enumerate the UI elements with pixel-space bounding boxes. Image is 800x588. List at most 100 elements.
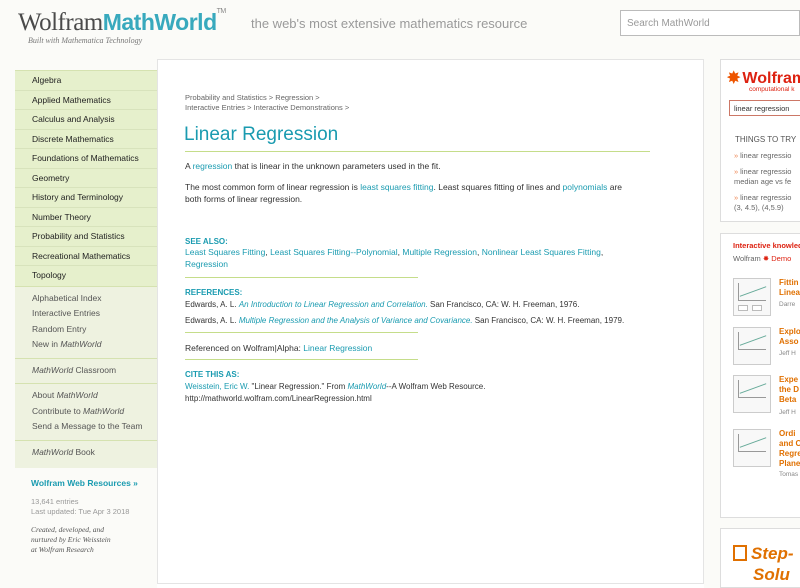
- try-item-label: linear regressio: [740, 151, 792, 160]
- demo-title: Expe the D Beta: [779, 375, 799, 405]
- sidebar-item-about[interactable]: About MathWorld: [15, 388, 157, 404]
- least-squares-fitting-link[interactable]: least squares fitting: [360, 182, 433, 192]
- sidebar-item-book[interactable]: MathWorld Book: [15, 445, 157, 461]
- breadcrumb-separator: >: [266, 93, 276, 102]
- demo-thumbnail: [733, 327, 771, 365]
- sidebar-item-discrete-mathematics[interactable]: Discrete Mathematics: [15, 130, 157, 149]
- sidebar-item-history[interactable]: History and Terminology: [15, 188, 157, 208]
- sidebar-item-classroom[interactable]: MathWorld Classroom: [15, 363, 157, 379]
- divider: [185, 359, 418, 360]
- ref2-author: Edwards, A. L.: [185, 316, 239, 325]
- search-input[interactable]: [620, 10, 800, 36]
- credits: Created, developed, and nurtured by Eric…: [31, 525, 141, 555]
- step-line-2: Solu: [753, 565, 790, 584]
- credits-line-3: at Wolfram Research: [31, 545, 94, 554]
- demo-title-line: Plane: [779, 459, 800, 468]
- see-also-least-squares-fitting[interactable]: Least Squares Fitting: [185, 247, 265, 257]
- try-item[interactable]: » linear regressio median age vs fe: [734, 167, 791, 187]
- demo-item[interactable]: Ordi and O Regre Plane Tomas: [733, 429, 800, 489]
- breadcrumb-interactive-entries[interactable]: Interactive Entries: [185, 103, 245, 112]
- credits-line-1: Created, developed, and: [31, 525, 105, 534]
- wolfram-alpha-input[interactable]: linear regression: [729, 100, 800, 116]
- citation: Weisstein, Eric W. "Linear Regression." …: [185, 381, 485, 393]
- p2-text-c: are: [607, 182, 623, 192]
- contribute-mathworld-label: MathWorld: [83, 405, 125, 416]
- demo-title-line: Expe: [779, 375, 799, 384]
- try-item[interactable]: » linear regressio (3, 4.5), (4,5.9): [734, 193, 791, 213]
- demo-author: Tomas: [779, 471, 799, 478]
- demo-title-line: Linea: [779, 288, 800, 297]
- see-also-regression[interactable]: Regression: [185, 259, 228, 269]
- sidebar-item-random-entry[interactable]: Random Entry: [15, 322, 157, 338]
- sidebar-item-number-theory[interactable]: Number Theory: [15, 208, 157, 227]
- demo-title-line: Regre: [779, 449, 800, 458]
- regression-link[interactable]: regression: [193, 161, 233, 171]
- last-updated: Last updated: Tue Apr 3 2018: [31, 507, 130, 516]
- wolfram-spikey-icon: ✸: [727, 70, 741, 87]
- sidebar-item-geometry[interactable]: Geometry: [15, 169, 157, 188]
- sidebar-item-interactive-entries[interactable]: Interactive Entries: [15, 306, 157, 322]
- wolfram-web-resources-link[interactable]: Wolfram Web Resources »: [31, 478, 138, 488]
- breadcrumb-regression[interactable]: Regression: [275, 93, 313, 102]
- breadcrumb-separator: >: [313, 93, 320, 102]
- sidebar-item-foundations[interactable]: Foundations of Mathematics: [15, 149, 157, 169]
- breadcrumb-interactive-demonstrations[interactable]: Interactive Demonstrations: [254, 103, 343, 112]
- new-in-label: New in: [32, 339, 61, 349]
- try-item[interactable]: » linear regressio: [734, 151, 791, 161]
- cite-author-link[interactable]: Weisstein, Eric W.: [185, 382, 249, 391]
- see-also-nonlinear-least-squares[interactable]: Nonlinear Least Squares Fitting: [482, 247, 601, 257]
- bullet-icon: »: [734, 193, 739, 202]
- breadcrumb-probability[interactable]: Probability and Statistics: [185, 93, 267, 102]
- see-also-multiple-regression[interactable]: Multiple Regression: [402, 247, 477, 257]
- interactive-knowledge-heading: Interactive knowled: [733, 241, 800, 250]
- tagline: the web's most extensive mathematics res…: [251, 16, 528, 31]
- demo-item[interactable]: Expe the D Beta Jeff H: [733, 375, 800, 435]
- cite-text-b: --A Wolfram Web Resource.: [386, 382, 486, 391]
- see-also-least-squares-polynomial[interactable]: Least Squares Fitting--Polynomial: [270, 247, 398, 257]
- ref1-title-link[interactable]: An Introduction to Linear Regression and…: [239, 300, 428, 309]
- try-item-label: (3, 4.5), (4,5.9): [734, 203, 784, 212]
- ref2-title-link[interactable]: Multiple Regression and the Analysis of …: [239, 316, 473, 325]
- mathworld-logo[interactable]: WolframMathWorldTM: [18, 8, 226, 37]
- ref1-publisher: San Francisco, CA: W. H. Freeman, 1976.: [427, 300, 580, 309]
- sidebar-item-probability[interactable]: Probability and Statistics: [15, 227, 157, 247]
- cite-url-link[interactable]: http://mathworld.wolfram.com/LinearRegre…: [185, 393, 372, 405]
- wolfram-alpha-linear-regression-link[interactable]: Linear Regression: [303, 343, 372, 353]
- sidebar-item-topology[interactable]: Topology: [15, 266, 157, 286]
- sidebar-item-recreational[interactable]: Recreational Mathematics: [15, 247, 157, 266]
- about-label: About: [32, 390, 57, 400]
- sidebar-item-new-in-mathworld[interactable]: New in MathWorld: [15, 337, 157, 353]
- sidebar-item-send-message[interactable]: Send a Message to the Team: [15, 419, 157, 435]
- sidebar-item-alphabetical-index[interactable]: Alphabetical Index: [15, 291, 157, 307]
- step-by-step-box[interactable]: Step- Solu: [720, 528, 800, 588]
- cite-mathworld-link[interactable]: MathWorld: [347, 382, 386, 391]
- index-group: Alphabetical Index Interactive Entries R…: [15, 285, 157, 468]
- see-also-links: Least Squares Fitting, Least Squares Fit…: [185, 247, 604, 269]
- page-title: Linear Regression: [184, 124, 339, 145]
- reference-2: Edwards, A. L. Multiple Regression and t…: [185, 315, 624, 327]
- try-item-label: linear regressio: [740, 167, 792, 176]
- sidebar-item-applied-mathematics[interactable]: Applied Mathematics: [15, 91, 157, 110]
- polynomials-link[interactable]: polynomials: [563, 182, 608, 192]
- title-divider: [185, 151, 650, 152]
- main-content: Probability and Statistics > Regression …: [157, 59, 704, 588]
- logo-mathworld-text: MathWorld: [102, 9, 217, 35]
- ref1-author: Edwards, A. L.: [185, 300, 239, 309]
- demo-title: Explo Asso: [779, 327, 800, 347]
- bullet-icon: »: [734, 151, 739, 160]
- things-to-try-heading: THINGS TO TRY: [735, 135, 797, 144]
- divider: [185, 332, 418, 333]
- divider: [185, 277, 418, 278]
- p2-text-b: . Least squares fitting of lines and: [433, 182, 563, 192]
- sidebar-item-contribute[interactable]: Contribute to MathWorld: [15, 404, 157, 420]
- ref2-publisher: San Francisco, CA: W. H. Freeman, 1979.: [472, 316, 625, 325]
- sidebar-item-calculus[interactable]: Calculus and Analysis: [15, 110, 157, 130]
- wolfram-alpha-logo[interactable]: ✸ Wolfram: [727, 68, 800, 88]
- demo-title-line: Beta: [779, 395, 797, 404]
- sidebar-item-algebra[interactable]: Algebra: [15, 71, 157, 91]
- breadcrumb-line-1: Probability and Statistics > Regression …: [185, 93, 320, 102]
- description-paragraph: The most common form of linear regressio…: [185, 182, 675, 205]
- demo-title: Ordi and O Regre Plane: [779, 429, 800, 469]
- demo-thumbnail: [733, 429, 771, 467]
- demo-title-line: Fittin: [779, 278, 799, 287]
